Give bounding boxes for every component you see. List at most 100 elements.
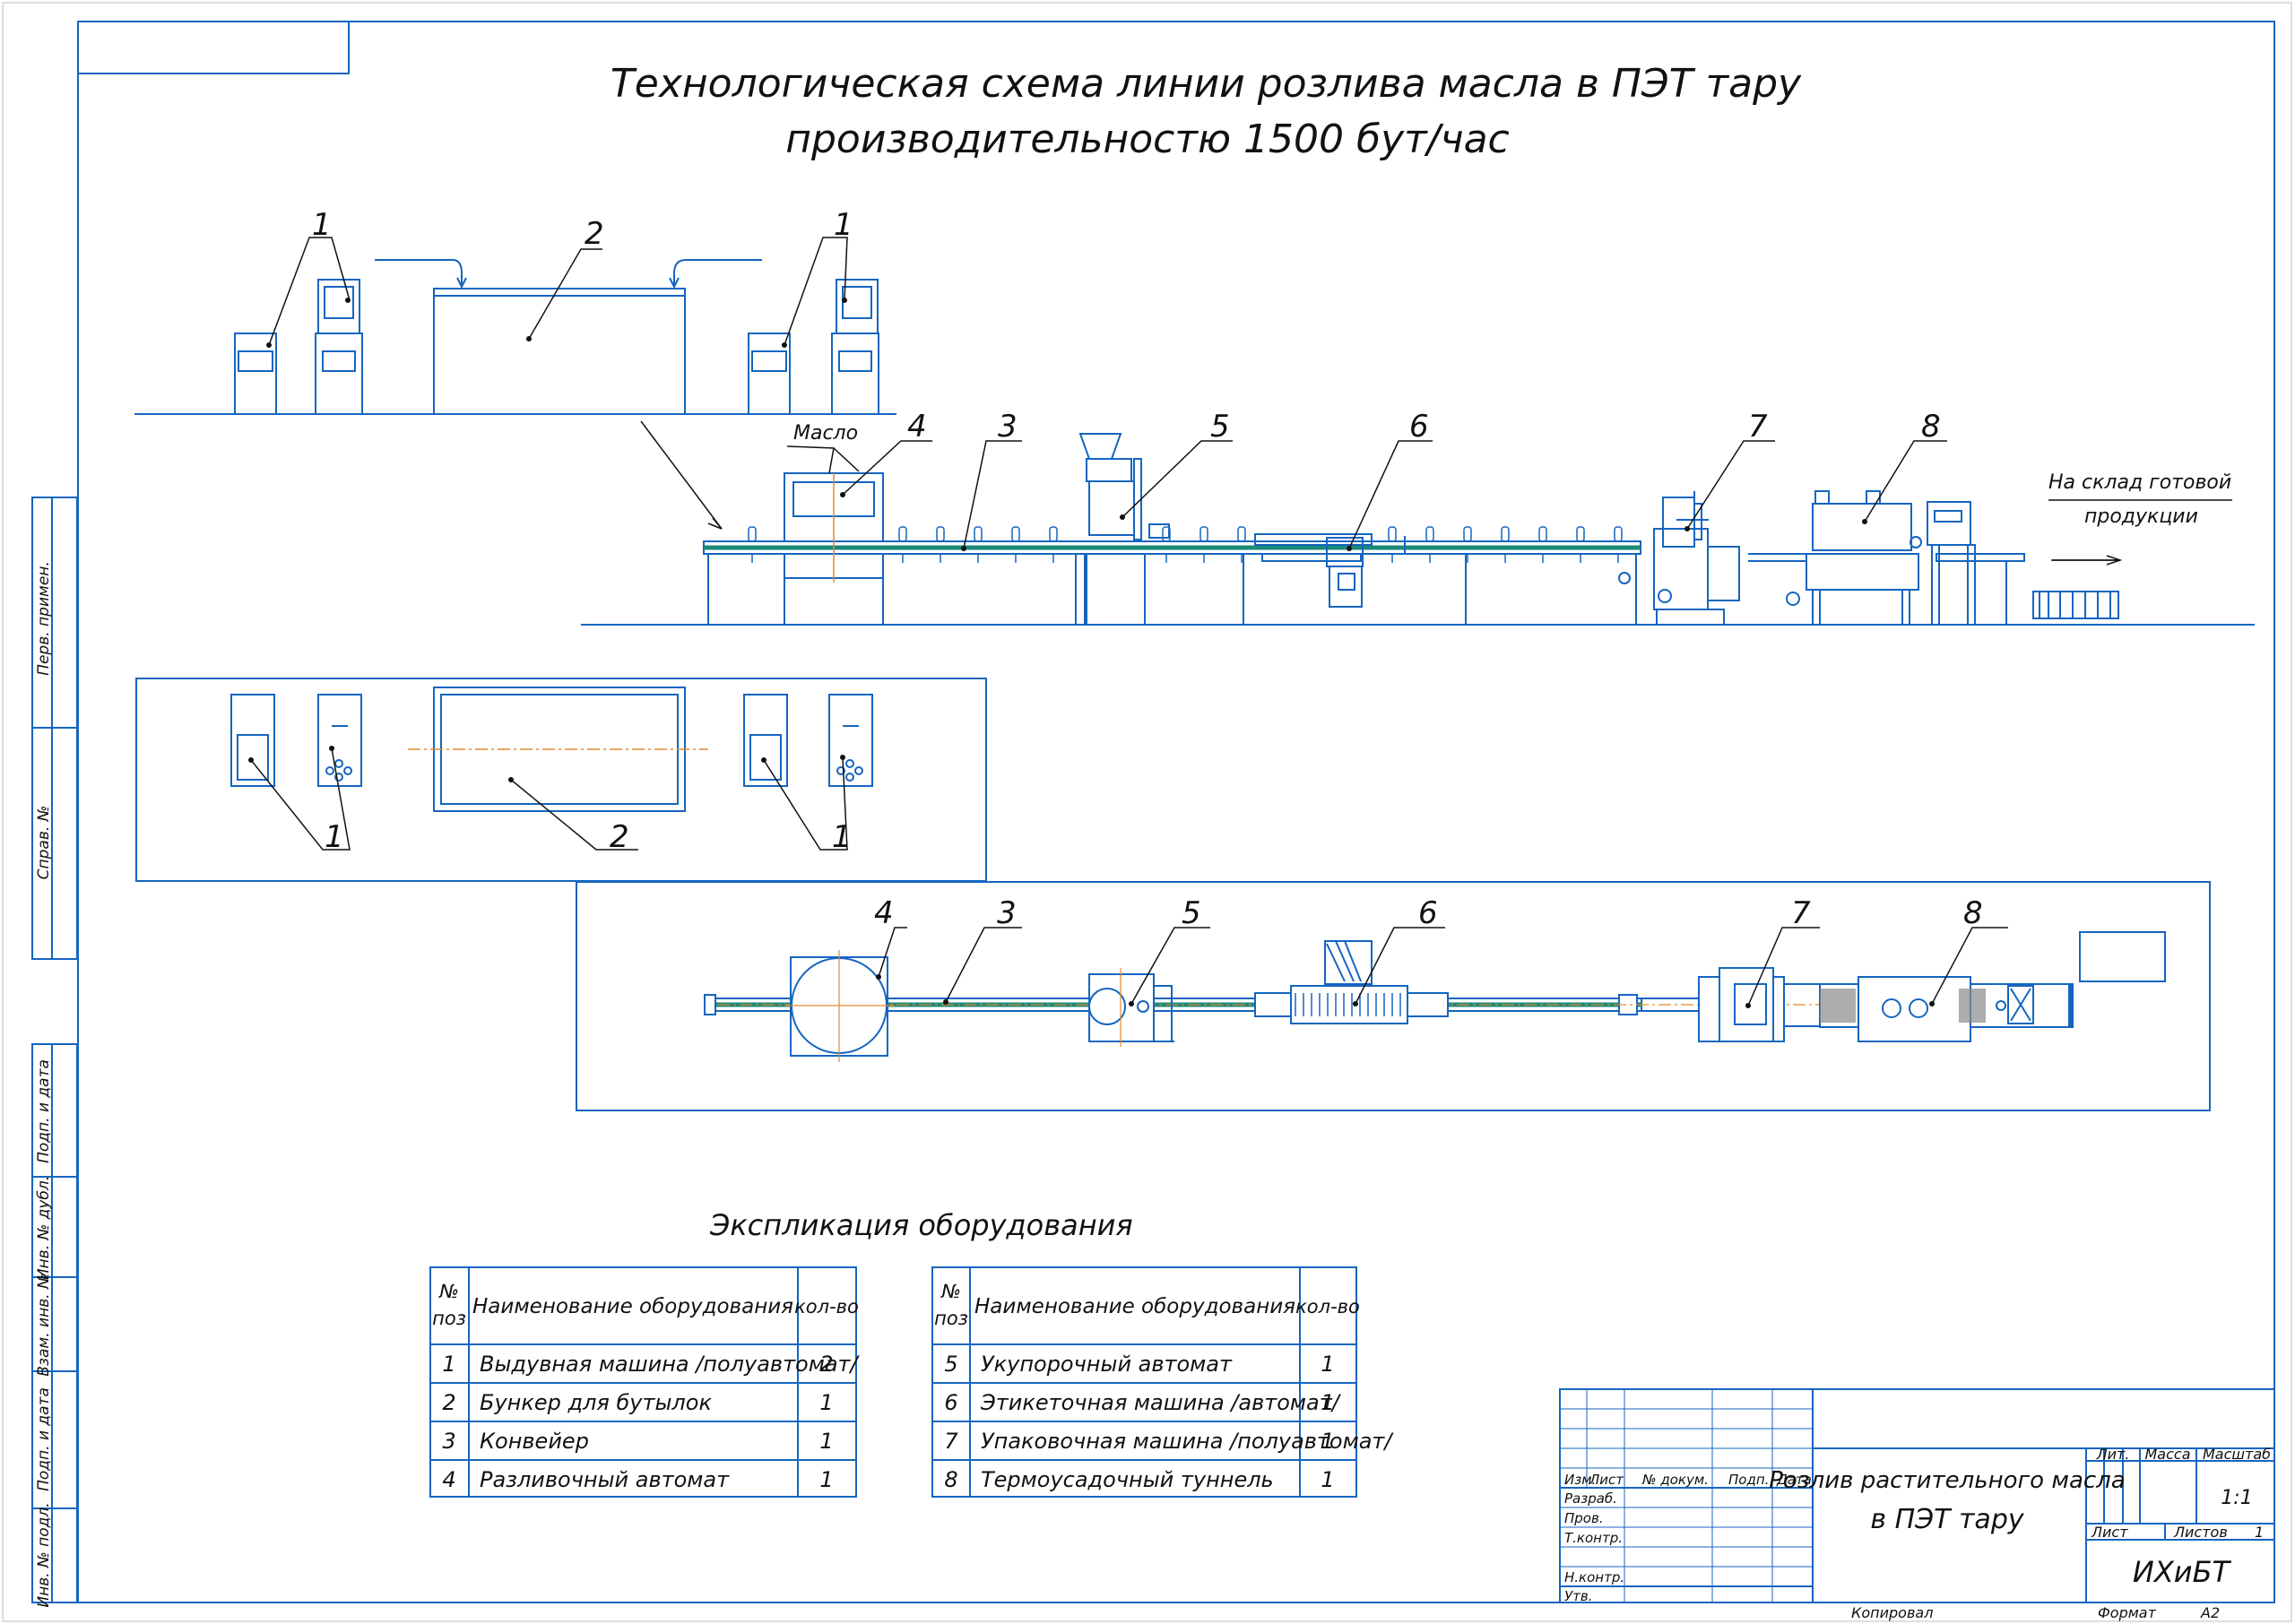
plan-label-pos-6: 6: [1418, 895, 1438, 931]
explication-table-left: № поз Наименование оборудования кол-во 1…: [429, 1266, 861, 1498]
tb-listov-value: 1: [2255, 1524, 2264, 1541]
bottle-on-conveyor: [1011, 526, 1020, 542]
side-label-vzam-inv: Взам. инв. №: [35, 1273, 53, 1376]
side-label-perv-primen: Перв. примен.: [35, 561, 53, 676]
bottle-on-conveyor: [1501, 526, 1510, 542]
tb-format-value: А2: [2200, 1604, 2220, 1621]
right-row-1-name: Укупорочный автомат: [981, 1352, 1233, 1377]
bottle-on-conveyor: [1538, 526, 1547, 542]
drawing-title-line1: Технологическая схема линии розлива масл…: [611, 61, 1802, 107]
side-label-sprav-no: Справ. №: [35, 806, 53, 880]
right-row-4-qty: 1: [1321, 1467, 1334, 1492]
sheet-frame: [2, 2, 2292, 1622]
right-header-pos-line2: поз: [934, 1308, 968, 1329]
explication-title: Экспликация оборудования: [709, 1208, 1133, 1242]
bottle-on-conveyor: [1199, 526, 1208, 542]
right-row-2-name: Этикеточная машина /автомат/: [980, 1390, 1342, 1415]
bottle-on-conveyor: [936, 526, 945, 542]
right-row-2-qty: 1: [1321, 1390, 1334, 1415]
left-row-3-pos: 3: [442, 1429, 455, 1454]
left-row-4-qty: 1: [819, 1467, 833, 1492]
left-header-pos-line1: №: [438, 1281, 459, 1302]
tb-razrab: Разраб.: [1564, 1490, 1617, 1507]
elev-label-pos-4: 4: [907, 409, 927, 445]
tb-scale-value: 1:1: [2221, 1487, 2252, 1509]
explication-table-right: № поз Наименование оборудования кол-во 5…: [931, 1266, 1394, 1498]
side-label-inv-podl: Инв. № подл.: [35, 1502, 53, 1607]
side-label-podp-data-2: Подп. и дата: [35, 1387, 53, 1491]
tb-n-dokum: № докум.: [1641, 1472, 1709, 1488]
title-block: Изм. Лист № докум. Подп. Дата Разраб. Пр…: [1559, 1388, 2275, 1621]
plan-view-upper: 1 2 1: [135, 678, 987, 882]
side-label-inv-dubl: Инв. № дубл.: [35, 1176, 53, 1280]
elev-label-pos-1-right: 1: [834, 207, 853, 243]
plan-label-pos-8: 8: [1963, 895, 1983, 931]
bottle-on-conveyor: [1463, 526, 1472, 542]
left-row-1-pos: 1: [442, 1352, 455, 1377]
plan-label-pos-1-right: 1: [832, 819, 852, 855]
bottle-on-conveyor: [1614, 526, 1623, 542]
left-row-3-qty: 1: [819, 1429, 833, 1454]
left-row-4-name: Разливочный автомат: [480, 1467, 730, 1492]
tb-lit: Лит.: [2096, 1446, 2130, 1463]
tb-massa: Масса: [2144, 1446, 2190, 1463]
tb-prov: Пров.: [1564, 1510, 1604, 1526]
left-header-pos-line2: поз: [432, 1308, 466, 1329]
bottle-on-conveyor: [1237, 526, 1246, 542]
bottle-on-conveyor: [1388, 526, 1397, 542]
side-label-podp-data-1: Подп. и дата: [35, 1059, 53, 1163]
tb-utv: Утв.: [1564, 1588, 1593, 1604]
plan-label-pos-4: 4: [874, 895, 894, 931]
left-row-2-qty: 1: [819, 1390, 833, 1415]
tb-doc-title-line2: в ПЭТ тару: [1870, 1504, 2024, 1535]
elev-label-pos-6: 6: [1409, 409, 1429, 445]
bottle-on-conveyor: [1049, 526, 1058, 542]
bottle-on-conveyor: [1425, 526, 1434, 542]
elev-label-pos-5: 5: [1210, 409, 1230, 445]
tb-kopiroval: Копировал: [1851, 1604, 1933, 1621]
left-header-qty: кол-во: [794, 1296, 859, 1317]
tb-podp: Подп.: [1728, 1472, 1769, 1488]
left-row-1-qty: 2: [819, 1352, 833, 1377]
right-header-pos-line1: №: [940, 1281, 961, 1302]
left-row-3-name: Конвейер: [480, 1429, 589, 1454]
bottle-on-conveyor: [1576, 526, 1585, 542]
drawing-title-line2: производительностю 1500 бут/час: [785, 117, 1510, 162]
tb-list: Лист: [1589, 1472, 1624, 1488]
left-header-name: Наименование оборудования: [472, 1295, 793, 1318]
tb-listov-label: Листов: [2173, 1524, 2228, 1541]
tb-format-label: Формат: [2098, 1604, 2157, 1621]
bottle-on-conveyor: [974, 526, 983, 542]
elev-label-pos-2: 2: [585, 216, 604, 252]
plan-label-pos-1-left: 1: [325, 819, 344, 855]
right-row-2-pos: 6: [944, 1390, 957, 1415]
tb-list-label: Лист: [2091, 1524, 2128, 1541]
explication: Экспликация оборудования № поз Наименова…: [429, 1208, 1394, 1498]
side-strip: Перв. примен. Справ. № Подп. и дата Инв.…: [31, 497, 78, 1608]
plan-label-pos-3: 3: [997, 895, 1017, 931]
right-row-3-pos: 7: [944, 1429, 958, 1454]
tb-doc-title-line1: Розлив растительного масла: [1769, 1467, 2126, 1494]
elev-label-pos-7: 7: [1748, 409, 1768, 445]
right-header-qty: кол-во: [1295, 1296, 1360, 1317]
bottle-on-conveyor: [898, 526, 907, 542]
right-row-4-name: Термоусадочный туннель: [981, 1467, 1274, 1492]
tb-t-kontr: Т.контр.: [1564, 1530, 1623, 1546]
technological-scheme-drawing: Перв. примен. Справ. № Подп. и дата Инв.…: [2, 2, 2292, 1622]
tb-masshtab: Масштаб: [2203, 1446, 2271, 1463]
bottle-on-conveyor: [748, 526, 757, 542]
oil-label: Масло: [793, 422, 858, 445]
plan-label-pos-7: 7: [1791, 895, 1811, 931]
elevation-view: 1 2 1 Масло На склад готовой продукции 4…: [134, 207, 2255, 626]
left-row-2-pos: 2: [442, 1390, 455, 1415]
right-header-name: Наименование оборудования: [974, 1295, 1295, 1318]
left-row-4-pos: 4: [442, 1467, 455, 1492]
tb-organization: ИХиБТ: [2133, 1555, 2232, 1589]
plan-view-line: 4 3 5 6 7 8: [576, 881, 2211, 1111]
tb-n-kontr: Н.контр.: [1564, 1569, 1624, 1585]
left-row-2-name: Бункер для бутылок: [480, 1390, 712, 1415]
warehouse-label-line1: На склад готовой: [2048, 471, 2231, 494]
right-row-1-pos: 5: [944, 1352, 957, 1377]
right-row-4-pos: 8: [944, 1467, 957, 1492]
warehouse-label-line2: продукции: [2084, 505, 2198, 528]
